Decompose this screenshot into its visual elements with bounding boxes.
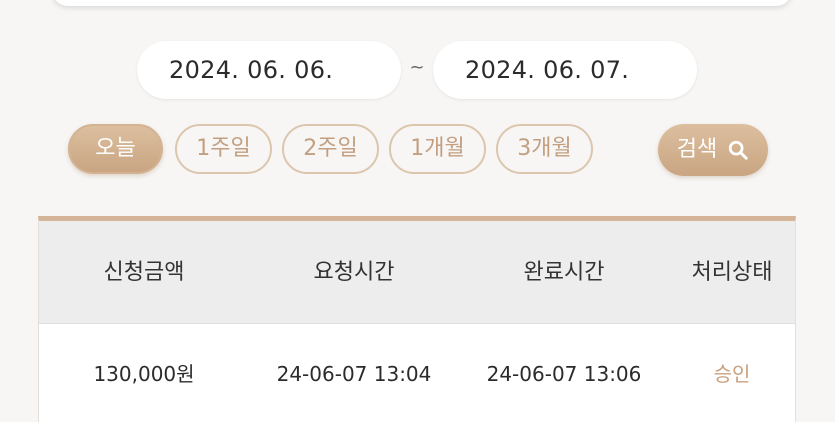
top-card — [52, 0, 792, 6]
header-requested-time: 요청시간 — [313, 260, 395, 285]
header-status: 처리상태 — [691, 260, 773, 285]
search-icon — [729, 140, 748, 160]
page: 2024. 06. 06. ~ 2024. 06. 07. 오늘 1주일 2주일… — [0, 0, 835, 422]
status-badge: 승인 — [713, 362, 751, 386]
row-amount: 130,000원 — [93, 362, 195, 386]
date-to-field[interactable]: 2024. 06. 07. — [433, 41, 697, 99]
period-3months-button[interactable]: 3개월 — [496, 124, 593, 174]
date-from-field[interactable]: 2024. 06. 06. — [137, 41, 401, 99]
date-range-separator: ~ — [409, 57, 425, 78]
row-completed-time: 24-06-07 13:06 — [486, 362, 642, 386]
period-today-button[interactable]: 오늘 — [68, 124, 163, 174]
period-filter-bar: 오늘 1주일 2주일 1개월 3개월 검색 — [0, 124, 835, 176]
period-1month-button[interactable]: 1개월 — [389, 124, 486, 174]
row-requested-time: 24-06-07 13:04 — [276, 362, 432, 386]
period-1week-button[interactable]: 1주일 — [175, 124, 272, 174]
header-amount: 신청금액 — [103, 260, 185, 285]
table-header: 신청금액 요청시간 완료시간 처리상태 — [39, 221, 795, 324]
header-completed-time: 완료시간 — [523, 260, 605, 285]
history-table: 신청금액 요청시간 완료시간 처리상태 130,000원 24-06-07 13… — [38, 216, 796, 422]
search-button[interactable]: 검색 — [658, 124, 768, 176]
date-range: 2024. 06. 06. ~ 2024. 06. 07. — [0, 41, 835, 99]
period-2weeks-button[interactable]: 2주일 — [282, 124, 379, 174]
search-button-label: 검색 — [676, 137, 718, 162]
